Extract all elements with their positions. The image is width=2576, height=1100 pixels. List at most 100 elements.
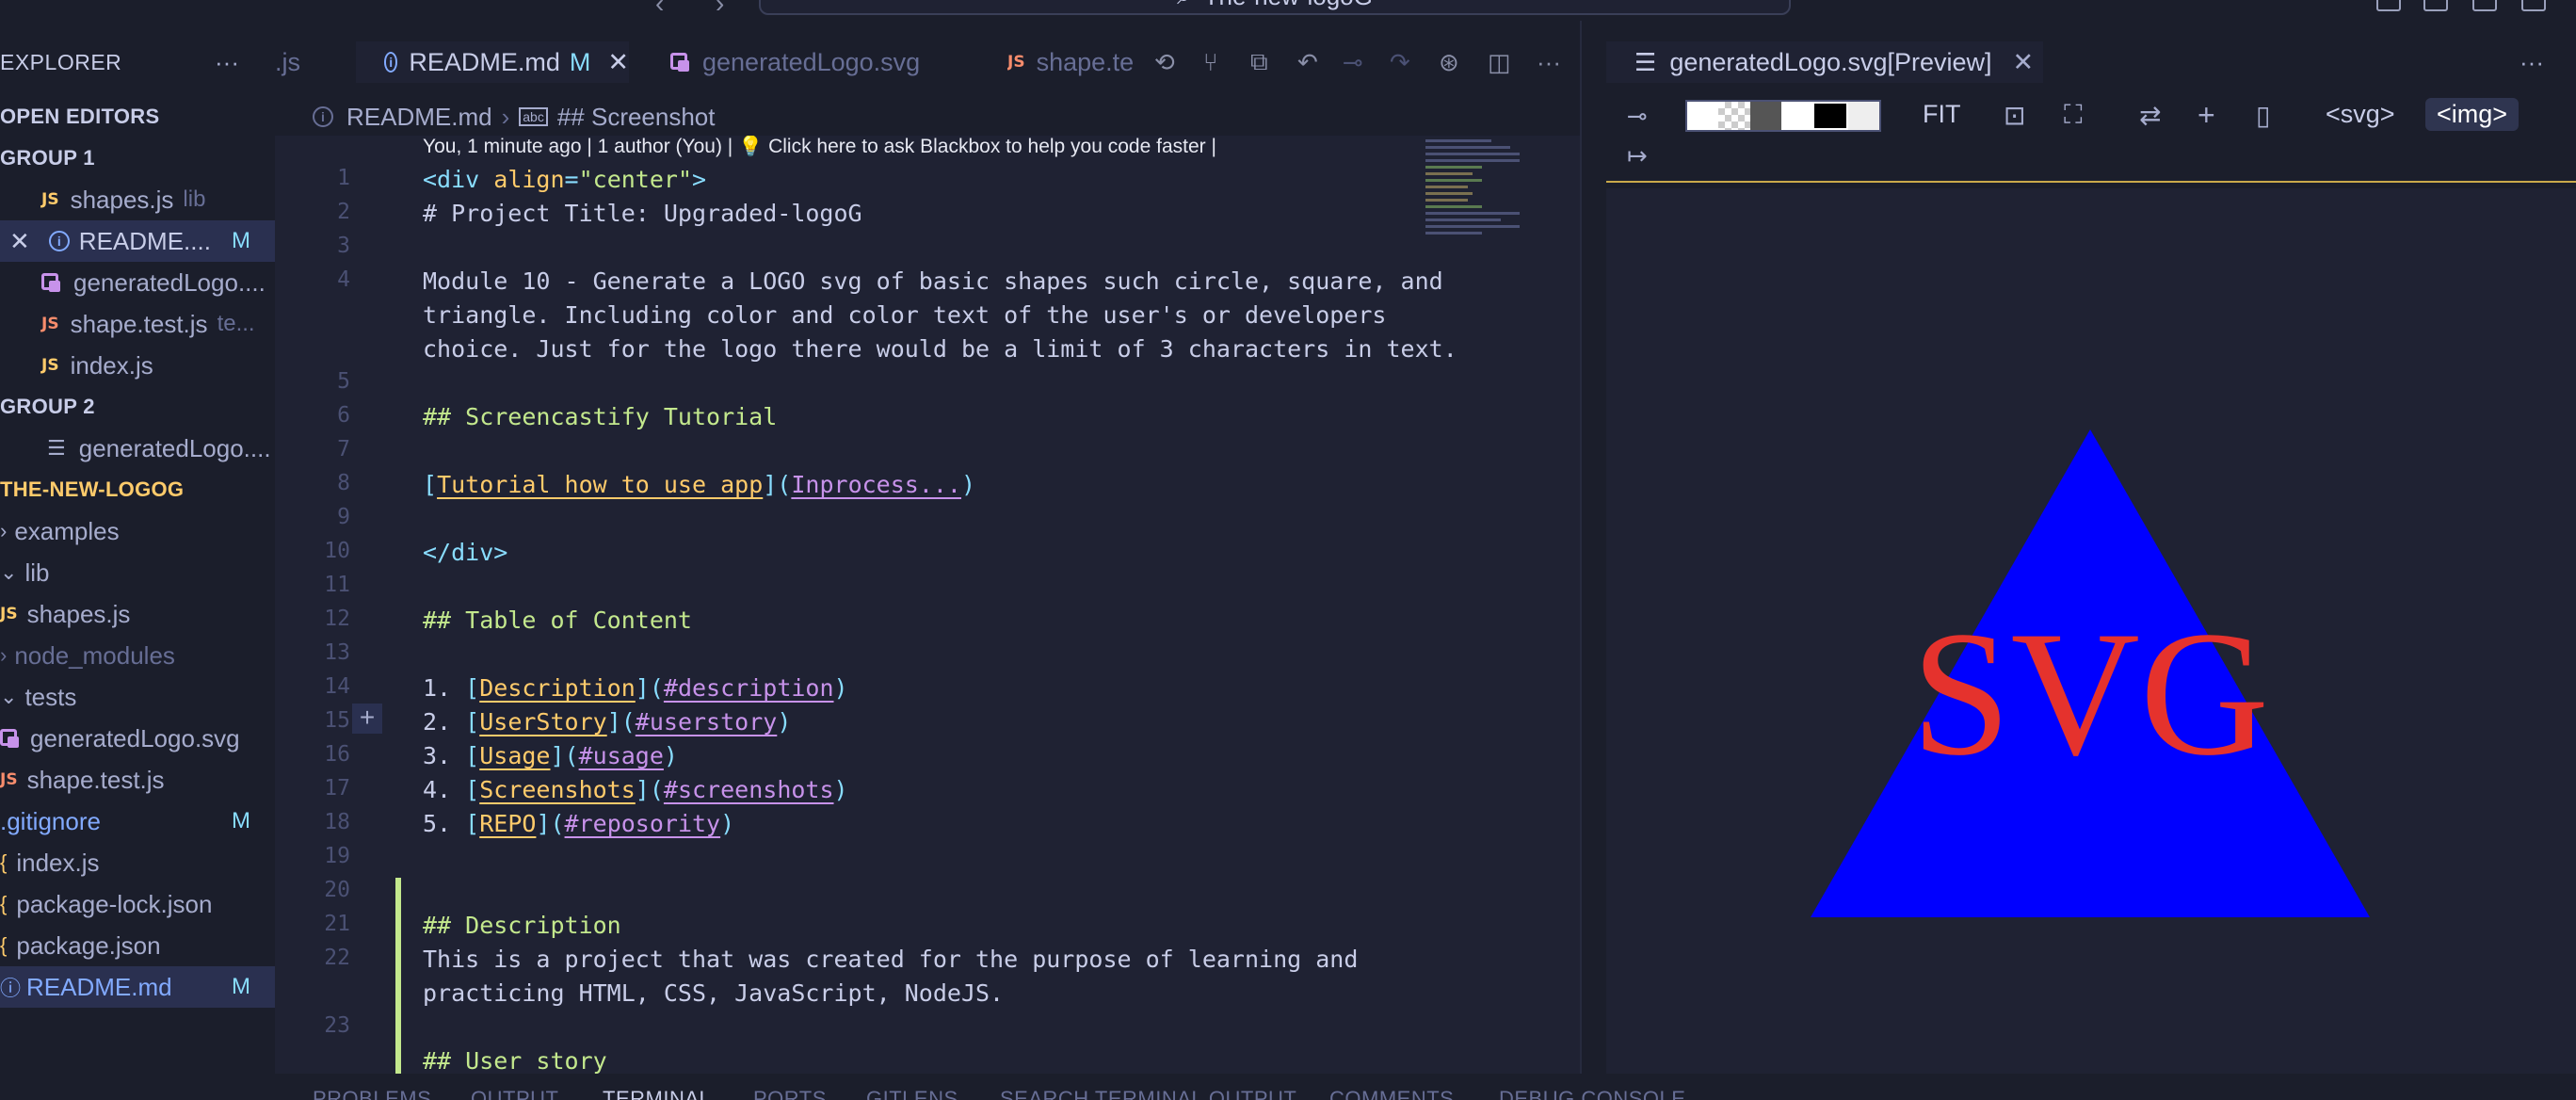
open-editor-shape-test[interactable]: JS shape.test.js te... (0, 303, 275, 345)
more-actions-icon[interactable]: ··· (215, 48, 239, 77)
tab-ports[interactable]: PORTS (753, 1087, 827, 1100)
toggle-sidebar-icon[interactable] (2376, 0, 2401, 11)
chevron-down-icon: ⌄ (0, 685, 18, 708)
tree-folder-tests[interactable]: ⌄ tests (0, 676, 275, 718)
add-icon[interactable]: + (2198, 98, 2215, 133)
project-folder-header[interactable]: THE-NEW-LOGOG (0, 469, 275, 510)
tab-js[interactable]: .js (275, 41, 356, 83)
close-icon[interactable]: ✕ (2013, 48, 2035, 77)
tree-folder-lib[interactable]: ⌄ lib (0, 552, 275, 593)
code-editor[interactable]: You, 1 minute ago | 1 author (You) | 💡 C… (275, 136, 1580, 1074)
open-editors-section[interactable]: OPEN EDITORS (0, 96, 275, 138)
markdown-link-url[interactable]: #userstory (636, 708, 778, 736)
code-line-4b: triangle. Including color and color text… (423, 301, 1387, 329)
commit-icon[interactable]: ⊸ (1343, 41, 1363, 83)
collapse-icon[interactable]: ↦ (1627, 141, 1648, 170)
toc-line: 4. [Screenshots](#screenshots) (423, 776, 848, 803)
tab-debug-console[interactable]: DEBUG CONSOLE (1499, 1087, 1685, 1100)
line-number: 3 (337, 234, 350, 258)
markdown-link-text[interactable]: Usage (479, 742, 550, 769)
group-2-header[interactable]: GROUP 2 (0, 386, 275, 428)
markdown-link-text[interactable]: Screenshots (479, 776, 636, 803)
gitlens-icon[interactable]: ⊛ (1439, 41, 1459, 83)
tab-terminal[interactable]: TERMINAL (603, 1087, 711, 1100)
fullscreen-icon[interactable]: ⛶ (2064, 100, 2083, 131)
editor-group-divider[interactable] (1580, 21, 1606, 1074)
close-icon[interactable]: ✕ (9, 227, 30, 256)
swap-icon[interactable]: ⇄ (2139, 100, 2161, 131)
split-editor-icon[interactable]: ◫ (1488, 41, 1511, 83)
markdown-link-url[interactable]: #description (664, 674, 834, 702)
tab-gitlens[interactable]: GITLENS (866, 1087, 958, 1100)
open-editor-index-js[interactable]: JS index.js (0, 345, 275, 386)
open-editor-shapes-js[interactable]: JS shapes.js lib (0, 179, 275, 220)
tab-comments[interactable]: COMMENTS (1329, 1087, 1454, 1100)
pin-icon[interactable]: ⊸ (1627, 102, 1648, 131)
book-icon[interactable]: ▯ (2256, 100, 2270, 131)
open-editor-readme[interactable]: ✕ i README.... M (0, 220, 275, 262)
markdown-link-url[interactable]: #usage (579, 742, 664, 769)
info-file-icon: ⓘ (0, 977, 22, 1000)
markdown-link-text[interactable]: Description (479, 674, 636, 702)
forward-arrow-icon[interactable]: › (716, 0, 724, 19)
img-mode-button[interactable]: <img> (2425, 98, 2520, 131)
timeline-icon[interactable]: ⟲ (1154, 41, 1175, 83)
command-center-label: The-new-logoG (1204, 0, 1373, 11)
tab-search-terminal-output[interactable]: SEARCH TERMINAL OUTPUT (1000, 1087, 1296, 1100)
toc-line: 5. [REPO](#reposority) (423, 810, 735, 837)
tree-file-shape-test[interactable]: JS shape.test.js (0, 759, 275, 801)
code-line-1: <div align="center"> (423, 166, 707, 193)
tree-file-readme[interactable]: ⓘ README.md M (0, 966, 275, 1008)
tree-file-package-json[interactable]: { package.json (0, 925, 275, 966)
tree-file-index-js[interactable]: { index.js (0, 842, 275, 883)
tree-file-gitignore[interactable]: .gitignore M (0, 801, 275, 842)
go-forward-change-icon[interactable]: ↷ (1390, 41, 1410, 83)
markdown-link-text[interactable]: REPO (479, 810, 536, 837)
markdown-link-url[interactable]: #screenshots (664, 776, 834, 803)
zoom-fit-icon[interactable]: ⊡ (2004, 100, 2025, 131)
blame-annotation[interactable]: You, 1 minute ago | 1 author (You) | 💡 C… (423, 136, 1216, 158)
add-comment-icon[interactable]: + (352, 704, 382, 734)
tab-svg-preview[interactable]: ☰ generatedLogo.svg[Preview] ✕ (1606, 41, 2043, 83)
close-icon[interactable]: ✕ (607, 48, 629, 77)
tree-folder-examples[interactable]: › examples (0, 510, 275, 552)
toggle-panel-icon[interactable] (2423, 0, 2448, 11)
breadcrumb-section[interactable]: ## Screenshot (557, 103, 716, 132)
svg-preview-canvas[interactable]: SVG (1606, 188, 2576, 1074)
info-file-icon: i (313, 106, 333, 127)
tab-shape-test[interactable]: JS shape.te (1007, 41, 1139, 83)
tab-problems[interactable]: PROBLEMS (313, 1087, 431, 1100)
tree-folder-node-modules[interactable]: › node_modules (0, 635, 275, 676)
tab-readme[interactable]: i README.md M ✕ (356, 41, 629, 83)
customize-layout-icon[interactable] (2521, 0, 2546, 11)
markdown-link-url[interactable]: Inprocess... (791, 471, 961, 498)
go-back-change-icon[interactable]: ↶ (1297, 41, 1318, 83)
tree-file-generated-logo[interactable]: generatedLogo.svg (0, 718, 275, 759)
javascript-file-icon: JS (1007, 53, 1025, 72)
tree-file-package-lock[interactable]: { package-lock.json (0, 883, 275, 925)
open-editor-generated-logo[interactable]: generatedLogo.... (0, 262, 275, 303)
tree-file-shapes-js[interactable]: JS shapes.js (0, 593, 275, 635)
symbol-string-icon: abc (519, 107, 548, 126)
minimap[interactable] (1425, 136, 1529, 296)
tab-generated-logo[interactable]: generatedLogo.svg (670, 41, 990, 83)
open-editor-generated-logo-preview[interactable]: ☰ generatedLogo.... (0, 428, 275, 469)
code-line-22b: practicing HTML, CSS, JavaScript, NodeJS… (423, 979, 1005, 1007)
fit-button[interactable]: FIT (1923, 100, 1961, 129)
toggle-secondary-sidebar-icon[interactable] (2472, 0, 2497, 11)
more-actions-icon[interactable]: ··· (1537, 41, 1561, 83)
markdown-link-text[interactable]: Tutorial how to use app (437, 471, 763, 498)
open-preview-icon[interactable]: ⧉ (1250, 41, 1268, 83)
svg-mode-button[interactable]: <svg> (2316, 98, 2405, 131)
git-compare-icon[interactable]: ⑂ (1203, 41, 1218, 83)
markdown-link-url[interactable]: #reposority (565, 810, 721, 837)
markdown-link-text[interactable]: UserStory (479, 708, 606, 736)
back-arrow-icon[interactable]: ‹ (655, 0, 664, 19)
more-actions-icon[interactable]: ··· (2520, 41, 2544, 83)
breadcrumb-file[interactable]: README.md (346, 103, 492, 132)
background-swatches[interactable] (1685, 100, 1881, 132)
tab-output[interactable]: OUTPUT (471, 1087, 558, 1100)
group-1-header[interactable]: GROUP 1 (0, 138, 275, 179)
svg-file-icon (0, 729, 19, 748)
command-center[interactable]: ⌕ The-new-logoG (759, 0, 1791, 15)
